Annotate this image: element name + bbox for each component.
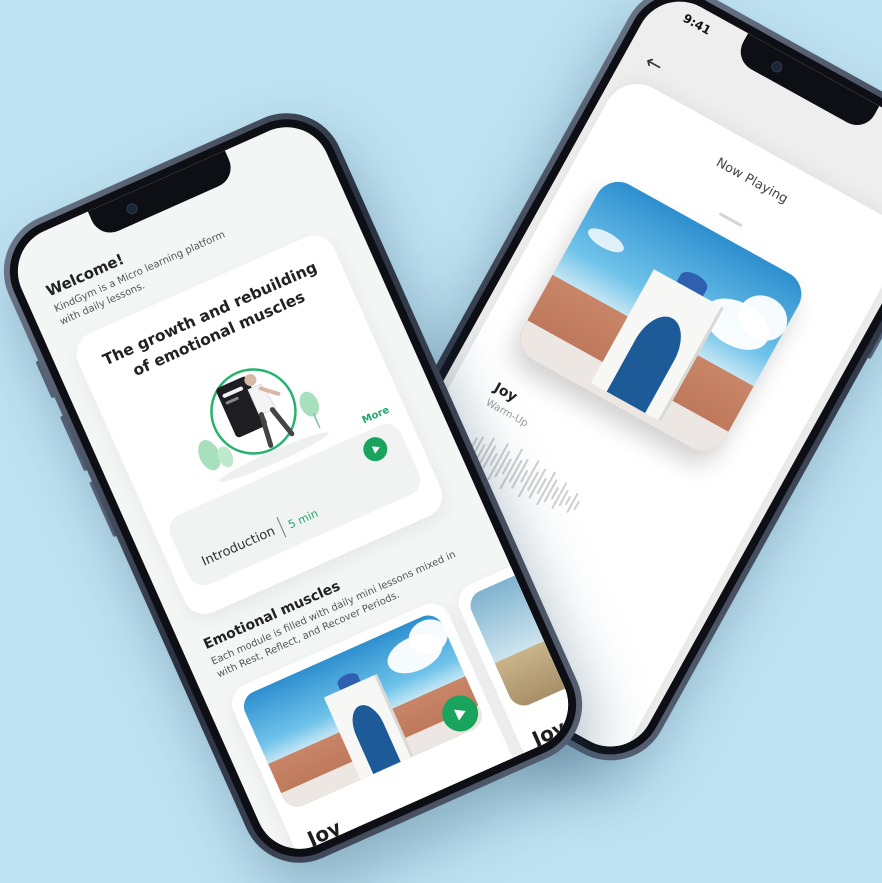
divider [276,516,287,538]
album-cover [511,173,810,460]
play-icon[interactable] [359,433,392,466]
back-arrow-icon[interactable]: ← [641,49,667,78]
lesson-duration: 5 min [286,506,321,532]
status-time: 9:41 [680,10,714,38]
lesson-label: Introduction [199,523,278,570]
drag-handle[interactable] [718,212,743,228]
